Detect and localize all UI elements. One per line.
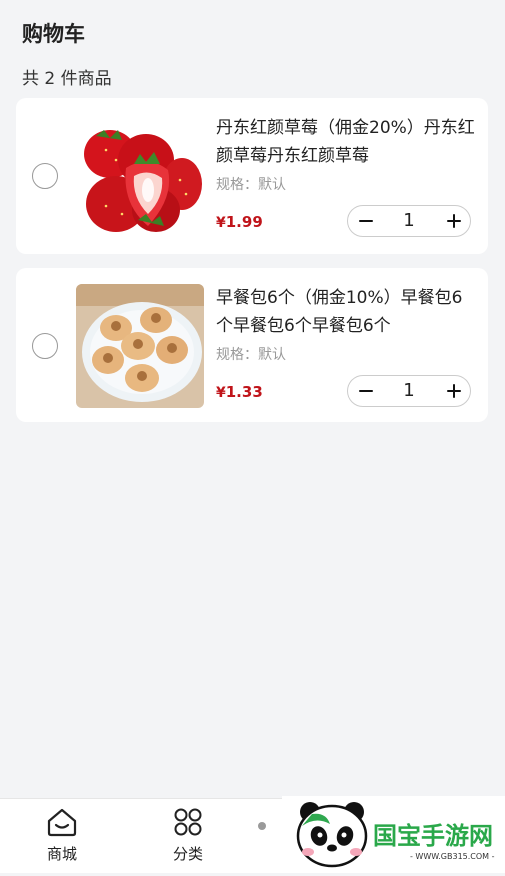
quantity-stepper: 1 [347,375,471,407]
watermark-url: - WWW.GB315.COM - [410,852,495,861]
price-value: 1.33 [225,383,263,401]
select-item-radio[interactable] [32,333,58,359]
home-icon [47,808,77,837]
product-image-breakfast-buns[interactable] [76,284,204,408]
tab-category[interactable]: 分类 [143,799,233,873]
plus-icon-vertical [452,384,456,398]
currency-symbol: ¥ [216,385,226,401]
product-name[interactable]: 丹东红颜草莓（佣金20%）丹东红颜草莓丹东红颜草莓 [216,114,478,170]
product-price: ¥1.33 [216,382,263,401]
quantity-value[interactable]: 1 [384,206,434,236]
indicator-dot [258,822,266,830]
tab-home[interactable]: 商城 [17,799,107,873]
category-icon [174,808,202,836]
minus-icon [359,390,373,393]
decrease-quantity-button[interactable] [348,376,382,406]
watermark-brand: 国宝手游网 [373,822,493,850]
item-count: 共 2 件商品 [22,69,112,89]
product-image-strawberry[interactable] [76,114,204,238]
page-title: 购物车 [22,22,85,46]
quantity-value[interactable]: 1 [384,376,434,406]
tab-category-label: 分类 [172,845,203,863]
cart-item: 早餐包6个（佣金10%）早餐包6个早餐包6个早餐包6个 规格：默认 ¥1.33 … [16,268,488,422]
product-spec: 规格：默认 [216,177,286,193]
product-price: ¥1.99 [216,212,263,231]
currency-symbol: ¥ [216,215,226,231]
plus-icon-vertical [452,214,456,228]
site-watermark-logo: 国宝手游网 - WWW.GB315.COM - [282,796,505,872]
panda-logo-icon: 国宝手游网 - WWW.GB315.COM - [296,802,495,868]
cart-item: 丹东红颜草莓（佣金20%）丹东红颜草莓丹东红颜草莓 规格：默认 ¥1.99 1 [16,98,488,254]
quantity-stepper: 1 [347,205,471,237]
increase-quantity-button[interactable] [436,206,470,236]
tab-home-label: 商城 [46,845,77,863]
product-name[interactable]: 早餐包6个（佣金10%）早餐包6个早餐包6个早餐包6个 [216,284,478,340]
price-value: 1.99 [225,213,263,231]
product-spec: 规格：默认 [216,347,286,363]
decrease-quantity-button[interactable] [348,206,382,236]
minus-icon [359,220,373,223]
select-item-radio[interactable] [32,163,58,189]
increase-quantity-button[interactable] [436,376,470,406]
